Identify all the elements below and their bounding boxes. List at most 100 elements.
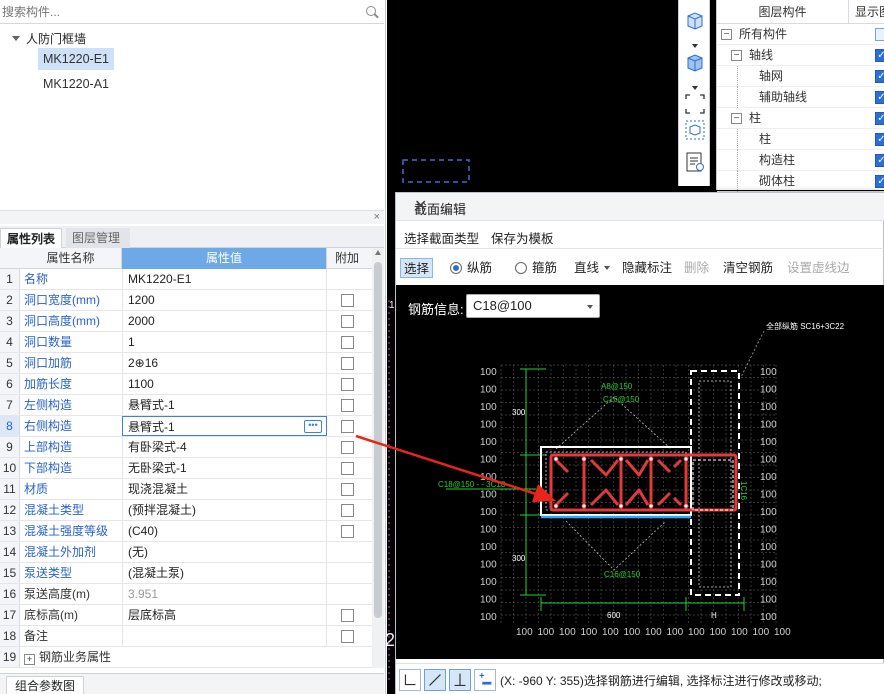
layer-visibility-checkbox[interactable]: ✓ <box>875 154 884 167</box>
table-row[interactable]: 10 下部构造 无卧梁式-1 <box>0 458 372 479</box>
table-row[interactable]: 12 混凝土类型 (预拌混凝土) <box>0 500 372 521</box>
scroll-up-icon[interactable] <box>375 250 381 255</box>
property-value[interactable]: (C40) <box>122 521 327 541</box>
tab-layers[interactable]: 图层管理 <box>66 228 130 248</box>
tree-item[interactable]: MK1220-E1 <box>38 48 115 70</box>
select-tool-button[interactable]: 选择 <box>400 258 434 278</box>
tab-properties[interactable]: 属性列表 <box>0 228 62 248</box>
layer-visibility-checkbox[interactable]: ✓ <box>875 133 884 146</box>
table-row[interactable]: 3 洞口高度(mm) 2000 <box>0 311 372 332</box>
property-value[interactable]: 2000 <box>122 311 327 331</box>
search-input[interactable] <box>2 3 357 21</box>
scroll-thumb[interactable] <box>374 262 382 618</box>
property-value[interactable]: 2⊕16 <box>122 353 327 373</box>
extra-checkbox[interactable] <box>341 525 354 538</box>
extra-checkbox[interactable] <box>341 609 354 622</box>
extra-checkbox[interactable] <box>341 504 354 517</box>
add-dimension-icon[interactable] <box>474 669 496 691</box>
layer-row[interactable]: 轴网 ✓ <box>717 66 884 87</box>
menu-select-section-type[interactable]: 选择截面类型 <box>404 228 479 247</box>
cube-view-icon[interactable] <box>683 50 707 74</box>
collapse-icon[interactable]: − <box>731 50 742 61</box>
collapse-icon[interactable]: − <box>721 29 732 40</box>
extra-checkbox[interactable] <box>341 357 354 370</box>
property-value[interactable]: 层底标高 <box>122 605 327 625</box>
tree-item[interactable]: MK1220-A1 <box>38 73 114 95</box>
property-value[interactable]: 现浇混凝土 <box>122 479 327 499</box>
more-options-button[interactable]: ••• <box>304 420 322 433</box>
extra-checkbox[interactable] <box>341 378 354 391</box>
layer-row[interactable]: 构造柱 ✓ <box>717 150 884 171</box>
chevron-down-icon[interactable] <box>12 35 20 41</box>
layer-visibility-checkbox[interactable]: ✓ <box>875 70 884 83</box>
table-row[interactable]: 11 材质 现浇混凝土 <box>0 479 372 500</box>
layer-visibility-checkbox[interactable]: ✓ <box>875 112 884 125</box>
layer-row[interactable]: − 所有构件 <box>717 24 884 45</box>
table-row-selected[interactable]: 8 右侧构造 悬臂式-1 ••• <box>0 416 372 437</box>
perpendicular-snap-icon[interactable] <box>449 669 471 691</box>
layer-row[interactable]: 柱 ✓ <box>717 129 884 150</box>
table-row[interactable]: 5 洞口加筋 2⊕16 <box>0 353 372 374</box>
property-value[interactable]: 3.951 <box>122 584 327 604</box>
close-icon[interactable]: × <box>374 211 380 223</box>
close-icon[interactable]: ✕ <box>414 196 428 216</box>
table-row[interactable]: 14 混凝土外加剂 (无) <box>0 542 372 563</box>
extra-checkbox[interactable] <box>341 336 354 349</box>
property-value[interactable]: 悬臂式-1 <box>122 395 327 415</box>
frame-select-icon[interactable] <box>683 92 707 116</box>
extra-checkbox[interactable] <box>341 630 354 643</box>
property-scrollbar[interactable] <box>372 248 384 668</box>
layer-visibility-checkbox[interactable] <box>875 28 884 41</box>
layer-visibility-checkbox[interactable]: ✓ <box>875 49 884 62</box>
collapse-icon[interactable]: − <box>731 113 742 124</box>
property-value[interactable]: (无) <box>122 542 327 562</box>
section-canvas[interactable]: 100 100 100 100 100 100 100 100 100 100 100 100 100 1… <box>396 285 884 659</box>
property-value[interactable]: 1200 <box>122 290 327 310</box>
extra-checkbox[interactable] <box>341 483 354 496</box>
cube-top-icon[interactable] <box>683 8 707 32</box>
property-value[interactable] <box>122 626 327 646</box>
table-row[interactable]: 1 名称 MK1220-E1 <box>0 269 372 290</box>
property-value[interactable]: 悬臂式-1 ••• <box>122 416 327 436</box>
table-row[interactable]: 18 备注 <box>0 626 372 647</box>
layer-row[interactable]: − 轴线 ✓ <box>717 45 884 66</box>
layer-row[interactable]: − 柱 ✓ <box>717 108 884 129</box>
table-row[interactable]: 4 洞口数量 1 <box>0 332 372 353</box>
layer-display-icon[interactable] <box>683 150 707 174</box>
3d-box-icon[interactable] <box>683 118 707 142</box>
line-tool-dropdown[interactable]: 直线 <box>574 258 611 278</box>
radio-longitudinal[interactable]: 纵筋 <box>450 258 492 278</box>
table-row[interactable]: 9 上部构造 有卧梁式-4 <box>0 437 372 458</box>
extra-checkbox[interactable] <box>341 294 354 307</box>
property-value[interactable]: 无卧梁式-1 <box>122 458 327 478</box>
radio-stirrup[interactable]: 箍筋 <box>515 258 557 278</box>
hide-label-button[interactable]: 隐藏标注 <box>622 258 672 278</box>
extra-checkbox[interactable] <box>341 441 354 454</box>
table-row[interactable]: 2 洞口宽度(mm) 1200 <box>0 290 372 311</box>
ortho-snap-icon[interactable] <box>399 669 421 691</box>
tree-root-node[interactable]: 人防门框墙 <box>12 29 86 47</box>
menu-save-template[interactable]: 保存为模板 <box>491 228 554 247</box>
table-row[interactable]: 19 + 钢筋业务属性 <box>0 647 372 668</box>
search-icon[interactable] <box>366 6 376 16</box>
layer-visibility-checkbox[interactable]: ✓ <box>875 175 884 188</box>
layer-row[interactable]: 砌体柱 ✓ <box>717 171 884 192</box>
property-value[interactable]: 有卧梁式-4 <box>122 437 327 457</box>
property-value[interactable]: (预拌混凝土) <box>122 500 327 520</box>
property-value[interactable]: 1100 <box>122 374 327 394</box>
delete-button[interactable]: 删除 <box>684 258 709 278</box>
property-value[interactable]: (混凝土泵) <box>122 563 327 583</box>
combo-param-button[interactable]: 组合参数图 <box>6 676 85 694</box>
panel-splitter[interactable]: × <box>0 210 384 224</box>
expand-plus-icon[interactable]: + <box>24 654 35 665</box>
table-row[interactable]: 7 左侧构造 悬臂式-1 <box>0 395 372 416</box>
property-name[interactable]: + 钢筋业务属性 <box>24 647 122 667</box>
property-value[interactable]: MK1220-E1 <box>122 269 327 289</box>
extra-checkbox[interactable] <box>341 462 354 475</box>
line-snap-icon[interactable] <box>424 669 446 691</box>
table-row[interactable]: 15 泵送类型 (混凝土泵) <box>0 563 372 584</box>
set-dashed-edge-button[interactable]: 设置虚线边 <box>787 258 850 278</box>
layer-visibility-checkbox[interactable]: ✓ <box>875 91 884 104</box>
table-row[interactable]: 17 底标高(m) 层底标高 <box>0 605 372 626</box>
property-value[interactable]: 1 <box>122 332 327 352</box>
